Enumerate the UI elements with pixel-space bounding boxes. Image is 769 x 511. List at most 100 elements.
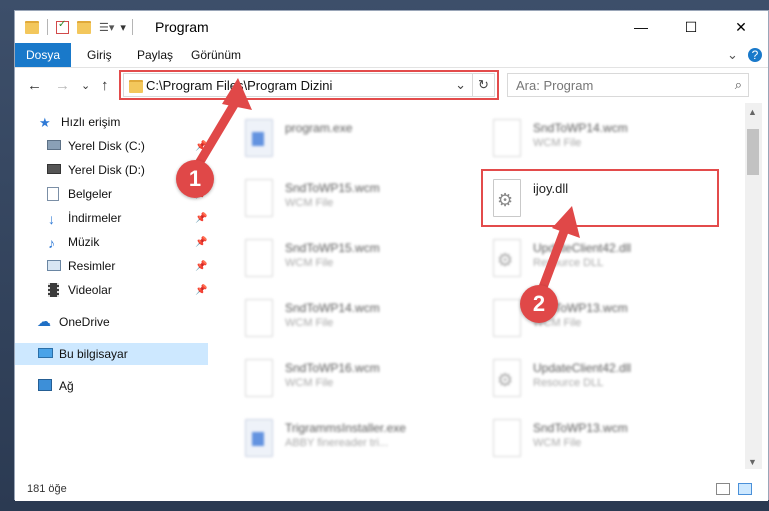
up-button[interactable]: ↑	[101, 77, 109, 94]
details-view-button[interactable]	[716, 483, 730, 495]
file-name: SndToWP14.wcm	[533, 121, 628, 135]
sidebar-item-music[interactable]: ♪ Müzik 📌	[15, 231, 208, 253]
file-type: WCM File	[533, 437, 582, 449]
search-box[interactable]: Ara: Program ⌕	[507, 73, 749, 97]
file-type: WCM File	[285, 197, 334, 209]
file-type: Resource DLL	[533, 377, 604, 389]
file-highlight	[481, 169, 719, 227]
list-item[interactable]: UpdateClient42.dll Resource DLL	[483, 231, 723, 287]
list-item[interactable]: SndToWP14.wcm WCM File	[483, 111, 723, 167]
folder-icon	[25, 20, 39, 34]
sidebar-item-label: Ağ	[59, 379, 74, 393]
file-name: SndToWP15.wcm	[285, 181, 380, 195]
item-count: 181 öğe	[27, 483, 67, 495]
cloud-icon: ☁	[37, 313, 51, 329]
sidebar-item-network[interactable]: Ağ	[15, 375, 208, 397]
toolbar-dropdown-icon[interactable]: ▾	[120, 21, 126, 34]
close-button[interactable]: ✕	[718, 11, 764, 43]
maximize-button[interactable]: ☐	[668, 11, 714, 43]
file-name: program.exe	[285, 121, 353, 135]
sidebar-item-label: Yerel Disk (C:)	[68, 139, 145, 153]
customize-toolbar-icon[interactable]: ☰▾	[99, 21, 114, 34]
ribbon: Dosya Giriş Paylaş Görünüm ⌄ ?	[15, 43, 768, 68]
tab-file[interactable]: Dosya	[15, 43, 71, 67]
sidebar-item-label: Resimler	[68, 259, 116, 273]
list-item[interactable]: SndToWP13.wcm WCM File	[483, 291, 723, 347]
file-icon	[493, 419, 521, 457]
file-type: WCM File	[285, 377, 334, 389]
file-name: SndToWP13.wcm	[533, 421, 628, 435]
title-bar: ✓ ☰▾ ▾ Program — ☐ ✕	[15, 11, 768, 43]
tiles-view-button[interactable]	[738, 483, 752, 495]
status-bar: 181 öğe	[15, 479, 768, 501]
minimize-button[interactable]: —	[618, 11, 664, 43]
file-icon	[493, 299, 521, 337]
list-item[interactable]: SndToWP15.wcm WCM File	[235, 231, 475, 287]
forward-button[interactable]: →	[55, 77, 70, 94]
scroll-thumb[interactable]	[747, 129, 759, 175]
new-folder-icon[interactable]	[77, 20, 91, 34]
dll-gear-icon	[493, 359, 521, 397]
drive-icon	[47, 164, 61, 174]
tab-home[interactable]: Giriş	[87, 43, 112, 67]
file-name: UpdateClient42.dll	[533, 241, 632, 255]
list-item[interactable]: program.exe	[235, 111, 475, 167]
search-icon[interactable]: ⌕	[735, 77, 742, 93]
star-icon: ★	[39, 115, 51, 130]
file-icon	[245, 299, 273, 337]
search-placeholder: Ara: Program	[516, 78, 594, 93]
list-item[interactable]: SndToWP15.wcm WCM File	[235, 171, 475, 227]
navigation-pane: ★ Hızlı erişim Yerel Disk (C:) 📌 Yerel D…	[15, 103, 208, 469]
scroll-down-icon[interactable]: ▼	[748, 457, 757, 467]
sidebar-item-label: OneDrive	[59, 315, 110, 329]
sidebar-item-downloads[interactable]: ↓ İndirmeler 📌	[15, 207, 208, 229]
sidebar-item-disk-c[interactable]: Yerel Disk (C:) 📌	[15, 135, 208, 157]
address-highlight	[119, 70, 499, 100]
sidebar-item-pictures[interactable]: Resimler 📌	[15, 255, 208, 277]
file-type: Resource DLL	[533, 257, 604, 269]
download-icon: ↓	[48, 211, 55, 227]
file-type: WCM File	[533, 137, 582, 149]
toolbar-divider	[47, 19, 48, 35]
properties-icon[interactable]: ✓	[56, 19, 69, 34]
pin-icon[interactable]: 📌	[195, 261, 207, 272]
list-item[interactable]: TrigrammsInstaller.exe ABBY finereader t…	[235, 411, 475, 467]
vertical-scrollbar[interactable]: ▲ ▼	[745, 103, 762, 469]
sidebar-item-this-pc[interactable]: Bu bilgisayar	[15, 343, 208, 365]
list-item[interactable]: SndToWP13.wcm WCM File	[483, 411, 723, 467]
toolbar-divider	[131, 19, 133, 35]
explorer-window: ✓ ☰▾ ▾ Program — ☐ ✕ Dosya Giriş Paylaş …	[14, 10, 769, 501]
pin-icon[interactable]: 📌	[195, 213, 207, 224]
file-icon	[245, 239, 273, 277]
file-type: WCM File	[285, 317, 334, 329]
list-item[interactable]: UpdateClient42.dll Resource DLL	[483, 351, 723, 407]
pictures-icon	[47, 260, 61, 271]
pin-icon[interactable]: 📌	[195, 285, 207, 296]
recent-locations-button[interactable]: ⌄	[81, 79, 90, 92]
tab-share[interactable]: Paylaş	[137, 43, 173, 67]
sidebar-item-label: Müzik	[68, 235, 100, 249]
tab-view[interactable]: Görünüm	[191, 43, 241, 67]
pin-icon[interactable]: 📌	[195, 237, 207, 248]
sidebar-item-label: Belgeler	[68, 187, 113, 201]
file-type: ABBY finereader tri...	[285, 437, 389, 449]
drive-icon	[47, 140, 61, 150]
file-icon	[245, 179, 273, 217]
back-button[interactable]: ←	[27, 77, 42, 94]
scroll-up-icon[interactable]: ▲	[748, 107, 757, 117]
step-2-badge: 2	[520, 285, 558, 323]
sidebar-item-label: İndirmeler	[68, 211, 122, 225]
help-icon[interactable]: ?	[748, 48, 762, 62]
pin-icon[interactable]: 📌	[195, 141, 207, 152]
list-item[interactable]: SndToWP16.wcm WCM File	[235, 351, 475, 407]
ribbon-expand-icon[interactable]: ⌄	[727, 43, 738, 67]
sidebar-item-videos[interactable]: Videolar 📌	[15, 279, 208, 301]
sidebar-item-label: Yerel Disk (D:)	[68, 163, 145, 177]
list-item[interactable]: SndToWP14.wcm WCM File	[235, 291, 475, 347]
file-name: SndToWP16.wcm	[285, 361, 380, 375]
app-icon	[245, 119, 273, 157]
file-list: program.exe SndToWP15.wcm WCM File SndTo…	[220, 103, 740, 469]
file-name: TrigrammsInstaller.exe	[285, 421, 406, 435]
sidebar-item-onedrive[interactable]: ☁ OneDrive	[15, 311, 208, 333]
sidebar-item-quick-access[interactable]: ★ Hızlı erişim	[15, 111, 208, 133]
